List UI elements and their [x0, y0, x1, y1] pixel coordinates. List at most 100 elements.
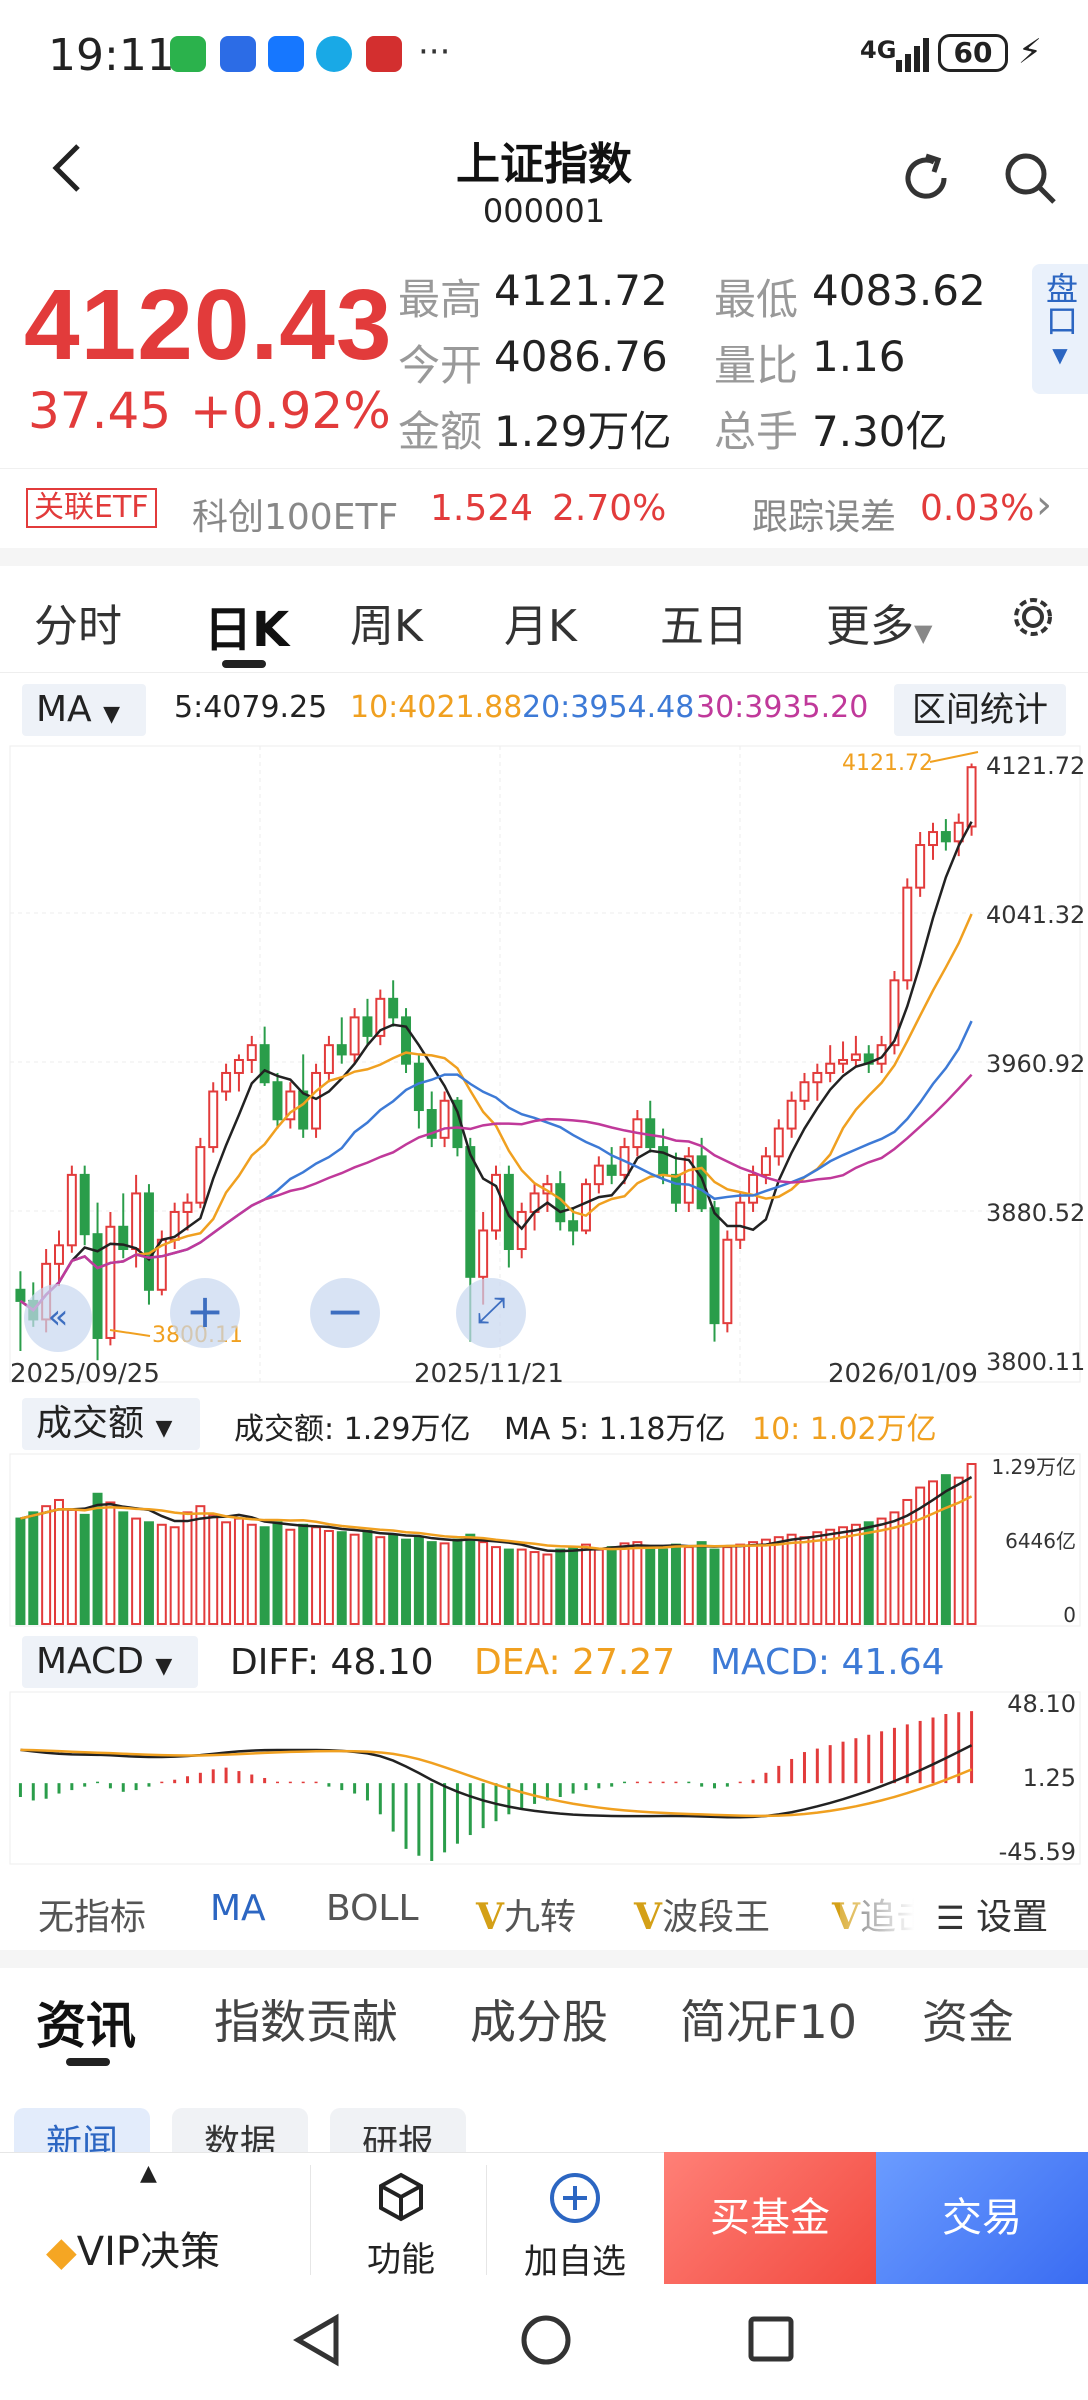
buy-fund-button[interactable]: 买基金 — [664, 2152, 876, 2284]
vip-decision-button[interactable]: ◆VIP决策 — [46, 2219, 220, 2277]
volume-bar — [709, 1548, 720, 1625]
open-label: 今开 — [398, 341, 483, 390]
candle — [606, 1164, 617, 1176]
home-circle-icon[interactable] — [518, 2312, 574, 2368]
y-tick-label: 4121.72 — [986, 752, 1085, 780]
volume-bar — [735, 1543, 746, 1625]
indicator-none[interactable]: 无指标 — [38, 1888, 146, 1940]
ma-indicator-select[interactable]: MA ▼ — [22, 684, 146, 736]
volume-bar — [850, 1523, 861, 1625]
add-watchlist-label: 加自选 — [524, 2242, 626, 2282]
network-label: 4G — [860, 36, 897, 64]
function-label: 功能 — [367, 2240, 435, 2280]
back-triangle-icon[interactable] — [292, 2312, 342, 2368]
candle — [272, 1081, 283, 1121]
candlestick-chart[interactable]: 4121.72 4041.32 3960.92 3880.52 3800.11 2025/… — [0, 740, 1088, 1390]
volume-bar — [79, 1513, 90, 1625]
volume-indicator-select[interactable]: 成交额 ▼ — [22, 1398, 200, 1450]
indicator-settings-button[interactable]: ☰ 设置 — [936, 1888, 1048, 1940]
volume-bar — [593, 1548, 604, 1625]
volume-bar — [349, 1533, 360, 1625]
function-button[interactable]: 功能 — [362, 2171, 440, 2281]
tab-more[interactable]: 更多▼ — [826, 590, 932, 654]
candle — [298, 1090, 309, 1130]
vip-decision-label: VIP决策 — [76, 2229, 221, 2275]
candle — [799, 1081, 810, 1102]
open-value: 4086.76 — [494, 332, 668, 381]
candle — [928, 831, 938, 847]
volume-bar — [259, 1526, 270, 1625]
candle — [208, 1090, 219, 1149]
candle — [131, 1192, 142, 1251]
candle — [966, 766, 977, 828]
candle — [388, 997, 399, 1019]
trade-button[interactable]: 交易 — [876, 2152, 1088, 2284]
tab-news-info[interactable]: 资讯 — [36, 1986, 136, 2058]
tab-monthly-k[interactable]: 月K — [504, 590, 577, 654]
browser-icon — [316, 36, 352, 72]
refresh-icon[interactable] — [896, 148, 956, 208]
fullscreen-button[interactable]: ⤢ — [456, 1278, 526, 1348]
add-watchlist-button[interactable]: 加自选 — [520, 2171, 630, 2283]
indicator-jiuzhuan-label: 九转 — [503, 1897, 576, 1938]
volume-bar — [272, 1521, 283, 1625]
caret-down-icon: ▼ — [1052, 343, 1068, 367]
zoom-out-button[interactable]: − — [310, 1278, 380, 1348]
volume-bar — [388, 1533, 399, 1625]
alipay-icon — [268, 36, 304, 72]
macd-value: MACD: 41.64 — [710, 1642, 945, 1683]
tab-components[interactable]: 成分股 — [470, 1986, 608, 2052]
volume-bar — [285, 1528, 296, 1625]
indicator-ma[interactable]: MA — [210, 1888, 266, 1929]
tab-funds[interactable]: 资金 — [922, 1986, 1014, 2052]
tab-daily-k[interactable]: 日K — [204, 590, 289, 660]
indicator-boduanwang[interactable]: V波段王 — [634, 1888, 770, 1940]
volume-bar — [118, 1511, 129, 1625]
tab-intraday[interactable]: 分时 — [34, 590, 122, 654]
candle — [195, 1146, 206, 1204]
candle — [593, 1164, 604, 1186]
candle — [748, 1173, 759, 1204]
scroll-left-button[interactable]: « — [24, 1284, 92, 1352]
volume-select-label: 成交额 — [36, 1403, 145, 1444]
volume-bar — [812, 1531, 823, 1625]
volume-chart[interactable]: 1.29万亿 6446亿 0 — [0, 1452, 1088, 1632]
caret-down-icon: ▼ — [155, 1416, 173, 1441]
gear-icon[interactable] — [1010, 594, 1056, 640]
macd-indicator-select[interactable]: MACD ▼ — [22, 1636, 198, 1688]
indicator-boduanwang-label: 波段王 — [661, 1897, 770, 1938]
x-tick-label: 2026/01/09 — [828, 1359, 978, 1389]
volume-bar — [375, 1536, 386, 1625]
zoom-in-button[interactable]: + — [170, 1278, 240, 1348]
range-stats-button[interactable]: 区间统计 — [894, 684, 1066, 736]
candle — [812, 1071, 823, 1084]
macd-y-tick: 48.10 — [1007, 1690, 1076, 1718]
volume-bar — [15, 1517, 26, 1625]
caret-down-icon: ▼ — [914, 619, 933, 647]
recents-square-icon[interactable] — [746, 2314, 796, 2364]
divider — [0, 548, 1088, 566]
indicator-boll[interactable]: BOLL — [326, 1888, 419, 1929]
indicator-jiuzhuan[interactable]: V九转 — [476, 1888, 576, 1940]
cube-icon — [379, 2172, 423, 2222]
divider — [0, 1950, 1088, 1968]
app-icon-blue — [220, 36, 256, 72]
caret-down-icon: ▼ — [103, 702, 121, 727]
order-book-toggle[interactable]: 盘口 ▼ — [1032, 264, 1088, 394]
tab-more-label: 更多 — [826, 601, 914, 652]
volume-bar — [670, 1543, 681, 1625]
volume-bar — [799, 1536, 810, 1625]
signal-icon — [896, 38, 929, 72]
volume-bar — [555, 1548, 566, 1625]
volume-bar — [632, 1541, 643, 1625]
volume-bar — [645, 1546, 656, 1625]
tab-weekly-k[interactable]: 周K — [350, 590, 423, 654]
tab-f10[interactable]: 简况F10 — [680, 1986, 857, 2052]
tab-index-contribution[interactable]: 指数贡献 — [214, 1986, 398, 2052]
candle — [79, 1173, 90, 1236]
search-icon[interactable] — [1000, 148, 1060, 208]
high-value: 4121.72 — [494, 266, 668, 315]
plus-icon: + — [185, 1284, 225, 1338]
tab-five-day[interactable]: 五日 — [660, 590, 748, 654]
macd-chart[interactable]: 48.10 1.25 -45.59 — [0, 1690, 1088, 1870]
